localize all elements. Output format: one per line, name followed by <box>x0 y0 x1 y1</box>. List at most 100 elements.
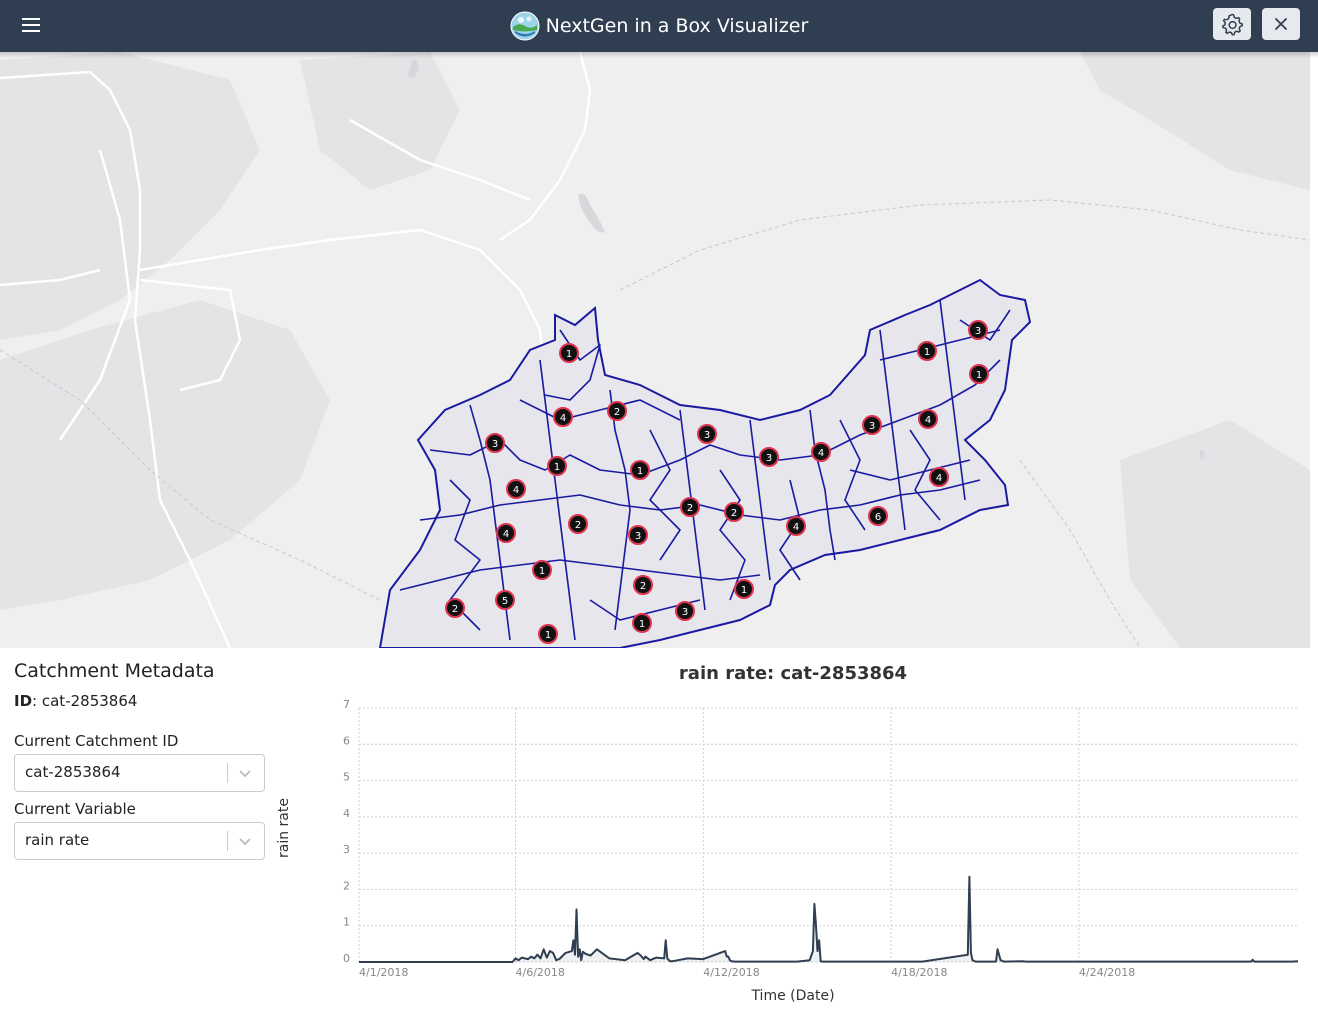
gauge-marker[interactable]: 1 <box>917 341 937 361</box>
menu-icon[interactable] <box>22 14 60 38</box>
globe-logo-icon <box>510 11 540 41</box>
gauge-marker[interactable]: 3 <box>697 424 717 444</box>
x-tick-label: 4/12/2018 <box>703 966 759 979</box>
gauge-marker[interactable]: 2 <box>445 598 465 618</box>
id-value: : cat-2853864 <box>32 692 138 710</box>
map-top-shadow <box>0 52 1318 58</box>
gauge-marker[interactable]: 3 <box>675 601 695 621</box>
y-tick-label: 5 <box>343 771 350 784</box>
gauge-marker[interactable]: 3 <box>862 415 882 435</box>
gauge-marker[interactable]: 6 <box>868 506 888 526</box>
y-axis-label: rain rate <box>276 798 292 858</box>
variable-select-label: Current Variable <box>14 800 136 818</box>
gauge-marker[interactable]: 1 <box>559 343 579 363</box>
gauge-marker[interactable]: 1 <box>532 560 552 580</box>
app-title-group: NextGen in a Box Visualizer <box>0 0 1318 52</box>
gauge-marker[interactable]: 4 <box>918 409 938 429</box>
gauge-marker-count: 1 <box>639 619 645 630</box>
gauge-marker[interactable]: 4 <box>811 442 831 462</box>
gauge-marker[interactable]: 1 <box>969 364 989 384</box>
select-separator <box>227 831 228 851</box>
app-header: NextGen in a Box Visualizer <box>0 0 1318 52</box>
y-tick-label: 6 <box>343 734 350 747</box>
gauge-marker[interactable]: 5 <box>495 590 515 610</box>
catchment-metadata-panel: Catchment Metadata ID: cat-2853864 Curre… <box>14 660 274 868</box>
map-canvas[interactable]: 1 3 1 1 4 2 4 3 3 3 4 3 1 1 4 4 2 2 6 2 4 4 3 1 2 1 5 2 3 1 1 <box>0 52 1310 648</box>
gauge-marker[interactable]: 2 <box>568 514 588 534</box>
y-tick-labels: 0 1 2 3 4 5 6 7 <box>343 698 350 965</box>
chevron-down-icon[interactable] <box>236 764 254 782</box>
gauge-marker-count: 3 <box>766 453 772 464</box>
gear-icon <box>1222 13 1244 36</box>
app-title: NextGen in a Box Visualizer <box>545 15 809 37</box>
y-tick-label: 1 <box>343 916 350 929</box>
gauge-marker[interactable]: 4 <box>929 467 949 487</box>
gauge-marker-count: 4 <box>513 485 519 496</box>
chart-title: rain rate: cat-2853864 <box>679 663 907 684</box>
gauge-marker[interactable]: 2 <box>607 401 627 421</box>
gauge-marker-count: 4 <box>793 522 799 533</box>
gauge-marker[interactable]: 1 <box>632 613 652 633</box>
catchment-id-row: ID: cat-2853864 <box>14 692 274 710</box>
gauge-marker-count: 3 <box>704 430 710 441</box>
gauge-marker[interactable]: 3 <box>485 433 505 453</box>
gauge-marker-count: 2 <box>687 503 693 514</box>
gauge-marker-count: 1 <box>637 466 643 477</box>
gauge-marker-count: 6 <box>875 512 881 523</box>
y-tick-label: 3 <box>343 843 350 856</box>
gauge-marker[interactable]: 3 <box>759 447 779 467</box>
gauge-marker-count: 2 <box>575 520 581 531</box>
gauge-marker-count: 1 <box>976 370 982 381</box>
y-tick-label: 4 <box>343 807 350 820</box>
timeseries-chart[interactable]: rain rate: cat-2853864 0 1 2 3 4 5 6 7 4/1/2018… <box>270 650 1310 1020</box>
gauge-marker-count: 3 <box>635 531 641 542</box>
gauge-marker[interactable]: 2 <box>724 502 744 522</box>
gauge-marker-count: 3 <box>492 439 498 450</box>
catchment-basin[interactable] <box>378 278 1032 648</box>
gauge-marker[interactable]: 4 <box>553 407 573 427</box>
x-tick-label: 4/6/2018 <box>516 966 565 979</box>
gauge-marker[interactable]: 4 <box>786 516 806 536</box>
gauge-marker[interactable]: 1 <box>547 456 567 476</box>
gauge-marker[interactable]: 1 <box>538 624 558 644</box>
gauge-marker-count: 4 <box>503 529 509 540</box>
close-icon <box>1275 18 1287 30</box>
gauge-marker-count: 4 <box>560 413 566 424</box>
gauge-marker-count: 1 <box>545 630 551 641</box>
x-tick-labels: 4/1/2018 4/6/2018 4/12/2018 4/18/2018 4/24/2… <box>359 966 1135 979</box>
gauge-marker[interactable]: 2 <box>680 497 700 517</box>
gauge-marker-count: 3 <box>869 421 875 432</box>
gauge-marker-count: 1 <box>566 349 572 360</box>
gauge-marker-count: 4 <box>925 415 931 426</box>
gauge-marker-count: 2 <box>640 581 646 592</box>
id-label: ID <box>14 692 33 710</box>
gauge-marker-count: 2 <box>731 508 737 519</box>
gauge-marker-count: 1 <box>539 566 545 577</box>
catchment-select[interactable]: cat-2853864 <box>14 754 265 792</box>
y-tick-label: 7 <box>343 698 350 711</box>
gauge-marker[interactable]: 4 <box>506 479 526 499</box>
catchment-select-label: Current Catchment ID <box>14 732 179 750</box>
gauge-marker[interactable]: 3 <box>968 320 988 340</box>
variable-select-value: rain rate <box>25 831 90 849</box>
chart-svg[interactable]: rain rate: cat-2853864 0 1 2 3 4 5 6 7 4/1/2018… <box>270 650 1310 1020</box>
close-button[interactable] <box>1262 8 1300 40</box>
gauge-marker[interactable]: 2 <box>633 575 653 595</box>
chart-grid <box>358 707 1298 963</box>
gauge-marker-count: 3 <box>975 326 981 337</box>
catchment-select-value: cat-2853864 <box>25 763 121 781</box>
x-tick-label: 4/1/2018 <box>359 966 408 979</box>
gauge-marker-count: 3 <box>682 607 688 618</box>
gauge-marker-count: 1 <box>924 347 930 358</box>
variable-select[interactable]: rain rate <box>14 822 265 860</box>
gauge-marker[interactable]: 1 <box>734 579 754 599</box>
gauge-marker[interactable]: 1 <box>630 460 650 480</box>
map-view[interactable]: 1 3 1 1 4 2 4 3 3 3 4 3 1 1 4 4 2 2 6 2 4 4 3 1 2 1 5 2 3 1 1 <box>0 52 1310 648</box>
metadata-title: Catchment Metadata <box>14 660 215 682</box>
settings-button[interactable] <box>1213 8 1251 40</box>
chevron-down-icon[interactable] <box>236 832 254 850</box>
gauge-marker[interactable]: 3 <box>628 525 648 545</box>
gauge-marker[interactable]: 4 <box>496 523 516 543</box>
x-tick-label: 4/24/2018 <box>1079 966 1135 979</box>
gauge-marker-count: 2 <box>452 604 458 615</box>
